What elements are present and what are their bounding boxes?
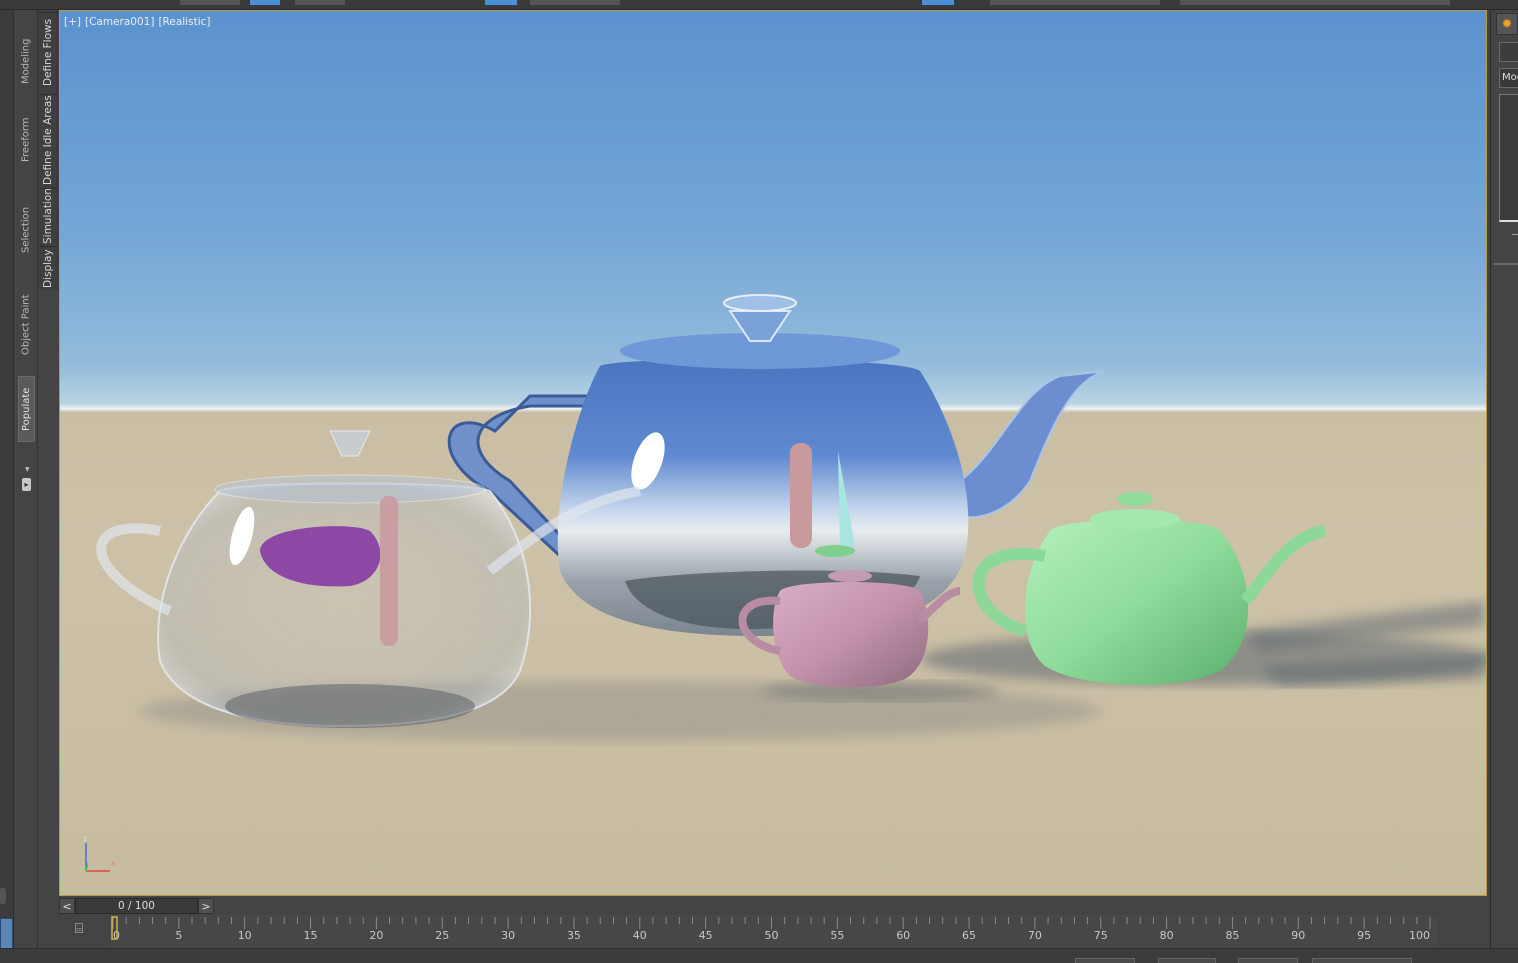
timeline-tick-label: 35 xyxy=(567,929,581,942)
object-name-field[interactable] xyxy=(1499,42,1518,62)
viewport-camera-label[interactable]: [Camera001] xyxy=(85,16,154,28)
timeline-tick-label: 55 xyxy=(830,929,844,942)
track-bar: ⌸ 0 5 10 15 20 25 30 35 40 45 50 55 60 65 70 75 80 85 90 95… xyxy=(59,915,1487,948)
timeline-tick-label: 65 xyxy=(962,929,976,942)
app-window: Modeling Freeform Selection Object Paint… xyxy=(0,0,1518,963)
ribbon-tab-modeling[interactable]: Modeling xyxy=(18,28,34,94)
status-field[interactable] xyxy=(1075,958,1135,963)
viewport-menu-plus[interactable]: [+] xyxy=(64,16,81,28)
toolbar-button[interactable] xyxy=(922,0,954,5)
timeline-tick-label: 60 xyxy=(896,929,910,942)
prev-frame-button[interactable]: < xyxy=(59,898,75,914)
timeline-tick-label: 10 xyxy=(238,929,252,942)
main-toolbar xyxy=(0,0,1518,10)
timeline-tick-label: 95 xyxy=(1357,929,1371,942)
timeline-tick-label: 25 xyxy=(435,929,449,942)
timeline-tick-label: 20 xyxy=(369,929,383,942)
command-panel: ✹ Mod ⊣ xyxy=(1490,10,1518,963)
rendered-scene xyxy=(96,294,1486,741)
subtab-define-idle-areas[interactable]: Define Idle Areas xyxy=(39,94,57,186)
viewport-label[interactable]: [+] [Camera001] [Realistic] xyxy=(64,16,214,28)
next-frame-button[interactable]: > xyxy=(198,898,214,914)
populate-subpanel: Define Flows Define Idle Areas Simulatio… xyxy=(38,10,58,290)
toolbar-button[interactable] xyxy=(295,0,345,5)
time-slider-thumb[interactable]: 0 / 100 xyxy=(75,898,198,914)
toolbar-button[interactable] xyxy=(1180,0,1450,5)
timeline-tick-label: 50 xyxy=(765,929,779,942)
modifier-list-dropdown[interactable]: Mod xyxy=(1499,68,1518,88)
axis-tripod-icon: z x xyxy=(83,834,116,872)
status-bar xyxy=(0,948,1518,963)
timeline-tick-label: 15 xyxy=(304,929,318,942)
subtab-display[interactable]: Display xyxy=(39,246,57,290)
status-field[interactable] xyxy=(1158,958,1216,963)
subtab-simulation[interactable]: Simulation xyxy=(39,188,57,244)
status-field[interactable] xyxy=(1312,958,1412,963)
toolbar-button[interactable] xyxy=(990,0,1160,5)
status-field[interactable] xyxy=(1238,958,1298,963)
toolbar-button[interactable] xyxy=(250,0,280,5)
dock-handle[interactable] xyxy=(0,888,6,904)
timeline-tick-label: 40 xyxy=(633,929,647,942)
ribbon-tab-selection[interactable]: Selection xyxy=(18,200,34,260)
time-slider[interactable]: < 0 / 100 > xyxy=(59,897,1487,915)
toolbar-button[interactable] xyxy=(485,0,517,5)
expand-arrow-icon[interactable]: ▼ xyxy=(25,466,30,473)
ribbon-tab-freeform[interactable]: Freeform xyxy=(18,110,34,170)
toolbar-button[interactable] xyxy=(530,0,620,5)
ribbon-tab-populate[interactable]: Populate xyxy=(18,376,35,442)
ribbon: Modeling Freeform Selection Object Paint… xyxy=(14,10,38,963)
timeline-tick-label: 90 xyxy=(1291,929,1305,942)
left-dock xyxy=(0,10,14,963)
pin-stack-icon[interactable]: ⊣ xyxy=(1511,230,1518,242)
timeline-tick-label: 5 xyxy=(175,929,182,942)
ribbon-tab-object-paint[interactable]: Object Paint xyxy=(18,288,34,362)
timeline-track[interactable]: 0 5 10 15 20 25 30 35 40 45 50 55 60 65 70 75 80 85 90 95 10… xyxy=(110,915,1438,948)
timeline-tick-label: 85 xyxy=(1225,929,1239,942)
timeline-tick-label: 70 xyxy=(1028,929,1042,942)
timeline-tick-label: 75 xyxy=(1094,929,1108,942)
axis-z-label: z xyxy=(83,834,87,843)
timeline-tick-label: 45 xyxy=(699,929,713,942)
camera-viewport[interactable]: [+] [Camera001] [Realistic] z x xyxy=(59,10,1487,896)
timeline-tick-label: 80 xyxy=(1160,929,1174,942)
timeline-key-icon[interactable]: ⌸ xyxy=(69,920,89,938)
ribbon-toggle-icon[interactable]: ▸ xyxy=(22,478,31,491)
modifier-list-label: Mod xyxy=(1502,72,1518,83)
viewport-shading-label[interactable]: [Realistic] xyxy=(158,16,210,28)
sun-icon[interactable]: ✹ xyxy=(1496,13,1518,35)
axis-x-label: x xyxy=(111,859,116,868)
panel-divider xyxy=(1493,263,1518,265)
toolbar-button[interactable] xyxy=(180,0,240,5)
subtab-define-flows[interactable]: Define Flows xyxy=(39,12,57,92)
modifier-stack[interactable] xyxy=(1499,94,1518,222)
timeline-tick-label: 100 xyxy=(1409,929,1430,942)
timeline-tick-label: 30 xyxy=(501,929,515,942)
